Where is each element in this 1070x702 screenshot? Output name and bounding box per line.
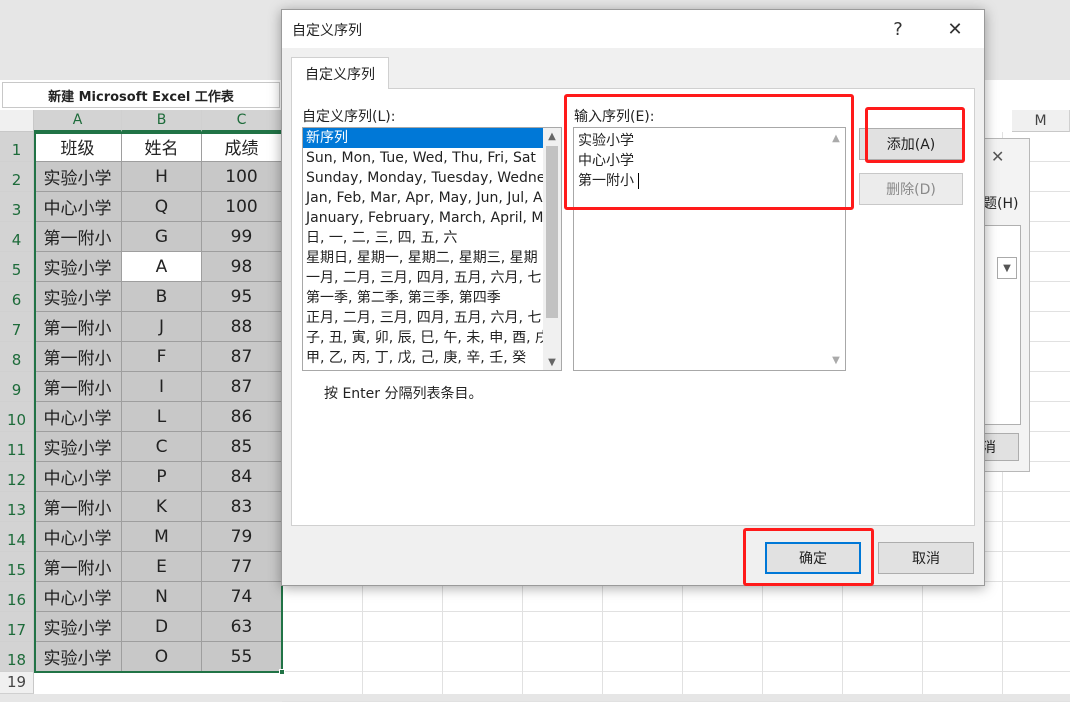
- delete-button[interactable]: 删除(D): [859, 173, 963, 205]
- list-item[interactable]: 第一季, 第二季, 第三季, 第四季: [303, 288, 543, 308]
- select-all-corner[interactable]: [0, 110, 34, 132]
- highlight-add-button: [865, 107, 965, 163]
- row-header[interactable]: 10: [0, 402, 34, 432]
- row-header[interactable]: 18: [0, 642, 34, 672]
- row-header[interactable]: 2: [0, 162, 34, 192]
- selection-range: [34, 132, 283, 673]
- column-header-b[interactable]: B: [122, 110, 202, 132]
- row-header[interactable]: 14: [0, 522, 34, 552]
- custom-lists-dialog: 自定义序列 ? ✕ 自定义序列 自定义序列(L): 新序列 Sun, Mon, T…: [281, 9, 985, 586]
- list-item[interactable]: Sun, Mon, Tue, Wed, Thu, Fri, Sat: [303, 148, 543, 168]
- row-header[interactable]: 19: [0, 672, 34, 694]
- custom-lists-listbox[interactable]: 新序列 Sun, Mon, Tue, Wed, Thu, Fri, Sat Sund…: [302, 127, 562, 371]
- custom-lists-items: 新序列 Sun, Mon, Tue, Wed, Thu, Fri, Sat Sund…: [303, 128, 561, 368]
- hint-text: 按 Enter 分隔列表条目。: [324, 386, 483, 402]
- list-item[interactable]: January, February, March, April, M: [303, 208, 543, 228]
- list-item[interactable]: Jan, Feb, Mar, Apr, May, Jun, Jul, A: [303, 188, 543, 208]
- column-header-c[interactable]: C: [202, 110, 282, 132]
- list-item[interactable]: 星期日, 星期一, 星期二, 星期三, 星期: [303, 248, 543, 268]
- row-header[interactable]: 3: [0, 192, 34, 222]
- list-item[interactable]: 甲, 乙, 丙, 丁, 戊, 己, 庚, 辛, 壬, 癸: [303, 348, 543, 368]
- row-header[interactable]: 6: [0, 282, 34, 312]
- dialog-title: 自定义序列: [292, 23, 362, 39]
- highlight-input-list: [564, 94, 854, 210]
- dialog-titlebar: 自定义序列 ? ✕: [282, 10, 984, 48]
- list-item[interactable]: 一月, 二月, 三月, 四月, 五月, 六月, 七: [303, 268, 543, 288]
- close-icon[interactable]: ✕: [991, 147, 1004, 166]
- highlight-ok-button: [743, 528, 874, 586]
- list-item[interactable]: 日, 一, 二, 三, 四, 五, 六: [303, 228, 543, 248]
- row-header[interactable]: 7: [0, 312, 34, 342]
- tab-custom-lists[interactable]: 自定义序列: [291, 57, 389, 89]
- row-header[interactable]: 16: [0, 582, 34, 612]
- scroll-down-icon[interactable]: ▼: [827, 352, 845, 368]
- help-icon[interactable]: ?: [885, 16, 911, 42]
- gridline: [282, 641, 1070, 642]
- column-header-m[interactable]: M: [1012, 110, 1070, 132]
- custom-lists-label: 自定义序列(L):: [302, 109, 396, 125]
- list-item[interactable]: 正月, 二月, 三月, 四月, 五月, 六月, 七: [303, 308, 543, 328]
- gridline: [282, 611, 1070, 612]
- background-dialog-label: 题(H): [983, 196, 1019, 212]
- row-header[interactable]: 13: [0, 492, 34, 522]
- row-header[interactable]: 9: [0, 372, 34, 402]
- scroll-up-icon[interactable]: ▲: [543, 128, 561, 144]
- row-header[interactable]: 11: [0, 432, 34, 462]
- row-header[interactable]: 4: [0, 222, 34, 252]
- scroll-thumb[interactable]: [546, 146, 558, 318]
- list-item[interactable]: Sunday, Monday, Tuesday, Wednesday: [303, 168, 561, 188]
- row-header[interactable]: 12: [0, 462, 34, 492]
- chevron-down-icon[interactable]: ▼: [997, 257, 1017, 279]
- list-item[interactable]: 子, 丑, 寅, 卯, 辰, 巳, 午, 未, 申, 酉, 戌: [303, 328, 549, 348]
- row-header[interactable]: 17: [0, 612, 34, 642]
- close-icon[interactable]: ✕: [942, 16, 968, 42]
- cancel-button[interactable]: 取消: [878, 542, 974, 574]
- column-header-a[interactable]: A: [34, 110, 122, 132]
- row-header[interactable]: 8: [0, 342, 34, 372]
- workbook-tab[interactable]: 新建 Microsoft Excel 工作表: [2, 82, 280, 108]
- row-header[interactable]: 15: [0, 552, 34, 582]
- fill-handle[interactable]: [279, 669, 285, 675]
- scroll-down-icon[interactable]: ▼: [543, 354, 561, 370]
- row-header[interactable]: 1: [0, 132, 34, 162]
- list-item[interactable]: 新序列: [303, 128, 543, 148]
- list-scrollbar[interactable]: ▲ ▼: [543, 128, 561, 370]
- gridline: [282, 671, 1070, 672]
- row-header[interactable]: 5: [0, 252, 34, 282]
